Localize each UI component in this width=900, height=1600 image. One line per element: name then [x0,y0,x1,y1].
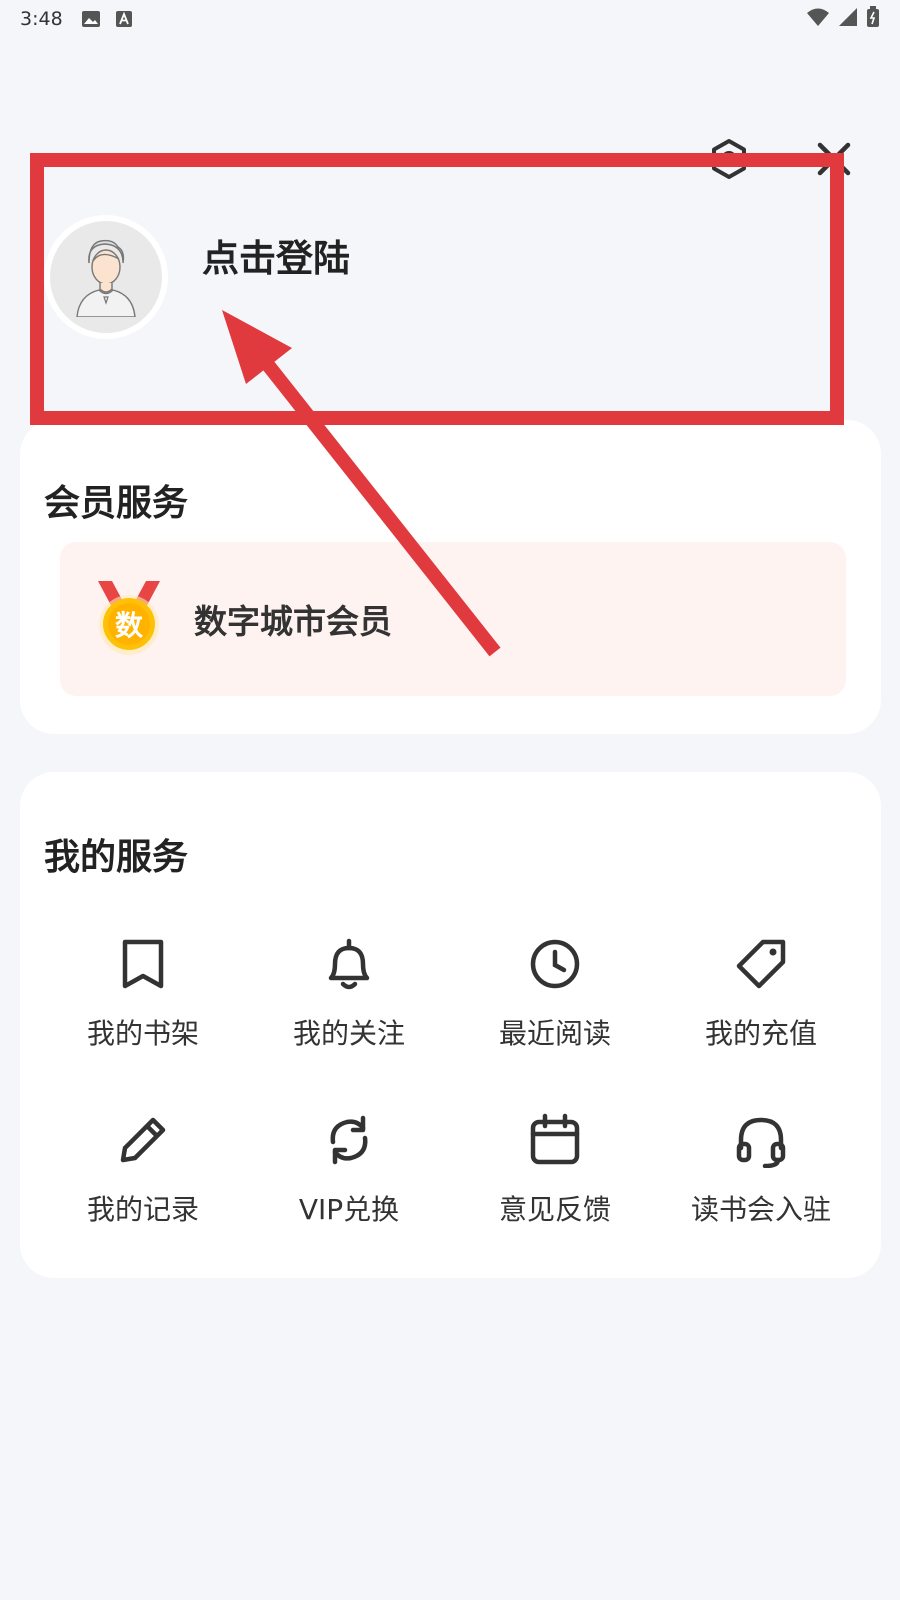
my-services-card: 我的服务 我的书架 我的关注 最近阅读 我的充值 我的记录 VIP兑换 意见反馈… [20,772,881,1278]
service-bookshelf[interactable]: 我的书架 [40,936,246,1112]
service-recent-reading[interactable]: 最近阅读 [452,936,658,1112]
service-records[interactable]: 我的记录 [40,1112,246,1288]
service-book-club[interactable]: 读书会入驻 [658,1112,864,1288]
services-grid: 我的书架 我的关注 最近阅读 我的充值 我的记录 VIP兑换 意见反馈 读书会入… [40,936,864,1288]
close-button[interactable] [809,134,859,184]
status-time: 3:48 [20,8,63,30]
wifi-icon [806,7,830,32]
image-notification-icon [81,10,101,28]
service-feedback[interactable]: 意见反馈 [452,1112,658,1288]
service-label: VIP兑换 [298,1193,400,1226]
calendar-icon [530,1113,580,1165]
service-label: 我的充值 [704,1017,817,1050]
medal-icon: 数 [98,581,160,655]
settings-button[interactable] [704,134,754,184]
pencil-icon [120,1117,166,1163]
avatar[interactable] [44,215,168,339]
service-following[interactable]: 我的关注 [246,936,452,1112]
clock-icon [530,939,580,989]
screen: 3:48 点击登陆 会员服务 数 数字城市会员 我的服务 我的书架 我的关注 最… [0,0,900,1600]
service-label: 我的关注 [292,1017,405,1050]
headphones-icon [736,1117,786,1168]
font-notification-icon [115,10,133,28]
gear-icon [712,139,746,179]
member-section-title: 会员服务 [44,483,189,524]
service-label: 意见反馈 [498,1193,611,1226]
bookmark-icon [122,939,164,989]
refresh-icon [330,1115,368,1165]
battery-icon [866,5,880,33]
digital-city-member-item[interactable]: 数 数字城市会员 [60,542,846,696]
signal-icon [838,7,858,32]
service-label: 我的书架 [86,1017,199,1050]
service-label: 读书会入驻 [690,1193,831,1226]
login-area[interactable]: 点击登陆 [44,212,824,342]
status-bar: 3:48 [0,0,900,38]
user-avatar-icon [76,239,136,317]
login-prompt[interactable]: 点击登陆 [202,228,350,282]
member-service-card: 会员服务 数 数字城市会员 [20,420,881,734]
member-item-label: 数字城市会员 [194,602,392,641]
medal-char: 数 [115,609,144,642]
service-label: 我的记录 [86,1193,199,1226]
tag-icon [736,939,786,989]
close-icon [817,142,851,176]
bell-icon [328,938,370,990]
services-section-title: 我的服务 [44,837,189,878]
service-label: 最近阅读 [498,1017,611,1050]
service-vip-exchange[interactable]: VIP兑换 [246,1112,452,1288]
service-recharge[interactable]: 我的充值 [658,936,864,1112]
